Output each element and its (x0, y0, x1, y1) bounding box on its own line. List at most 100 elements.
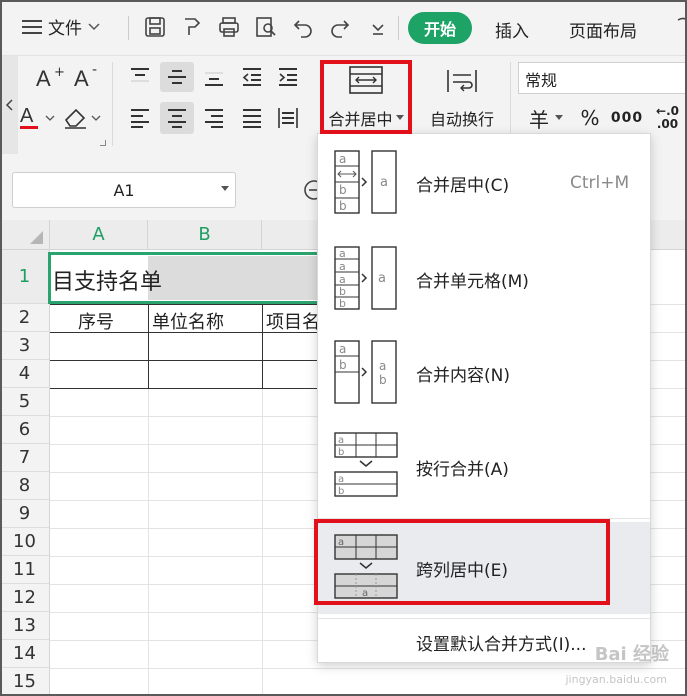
row-header-2[interactable]: 2 (0, 304, 50, 332)
table-border (148, 304, 149, 388)
svg-text:b: b (338, 486, 344, 497)
svg-text:a: a (378, 271, 386, 286)
wrap-text-icon (447, 70, 477, 92)
undo-icon[interactable] (291, 15, 315, 39)
merge-content-icon: ab ab (334, 340, 397, 404)
menu-item-merge-center[interactable]: a bb a 合并居中(C) Ctrl+M (318, 134, 650, 232)
wrap-text-icon-button[interactable] (426, 64, 498, 98)
ribbon-scroll-left[interactable] (0, 56, 18, 154)
row-header-6[interactable]: 6 (0, 416, 50, 444)
print-icon[interactable] (217, 15, 241, 39)
align-left-icon (131, 109, 149, 128)
row-header-10[interactable]: 10 (0, 528, 50, 556)
gridline (50, 668, 687, 669)
file-menu[interactable]: 文件 (22, 14, 100, 39)
wrap-text-label: 自动换行 (429, 110, 494, 129)
align-top-button[interactable] (124, 62, 156, 92)
svg-text:A: A (36, 66, 51, 91)
tab-home[interactable]: 开始 (408, 12, 472, 44)
percent-symbol: % (580, 106, 600, 130)
distributed-align-button[interactable] (272, 102, 304, 134)
gridline (148, 388, 149, 696)
menu-item-label: 设置默认合并方式(I)... (416, 634, 587, 655)
chevron-down-icon (88, 22, 100, 30)
column-header-b[interactable]: B (148, 220, 262, 250)
cell-a2[interactable]: 序号 (78, 308, 114, 334)
svg-text:a: a (338, 474, 344, 485)
decrease-indent-button[interactable] (236, 62, 268, 92)
name-box[interactable]: A1 (12, 172, 236, 208)
select-all-corner[interactable] (0, 220, 50, 250)
merge-center-icon-button[interactable] (322, 60, 410, 100)
row-header-13[interactable]: 13 (0, 612, 50, 640)
svg-text:a: a (380, 175, 388, 190)
menu-item-merge-cells[interactable]: aaabb a 合并单元格(M) (318, 232, 650, 326)
row-header-1[interactable]: 1 (0, 250, 50, 304)
menu-item-merge-by-row[interactable]: ab ab 按行合并(A) (318, 420, 650, 514)
indent-icon (279, 68, 297, 86)
watermark-url: jingyan.baidu.com (565, 673, 667, 686)
row-header-7[interactable]: 7 (0, 444, 50, 472)
cell-b2[interactable]: 单位名称 (152, 308, 258, 334)
menu-separator (318, 618, 650, 619)
font-dialog-launcher[interactable] (100, 140, 106, 146)
clear-format-button[interactable] (62, 102, 104, 132)
tab-overflow[interactable] (672, 14, 687, 42)
align-middle-button[interactable] (160, 62, 194, 92)
row-header-15[interactable]: 15 (0, 668, 50, 696)
column-header-a[interactable]: A (50, 220, 148, 250)
row-header-8[interactable]: 8 (0, 472, 50, 500)
decrease-font-size-button[interactable]: A- (72, 64, 104, 92)
hamburger-icon (22, 19, 42, 34)
merge-center-label: 合并居中 (328, 110, 393, 129)
currency-format-button[interactable]: 羊 (524, 104, 568, 132)
align-center-button[interactable] (160, 102, 194, 134)
cell-c2[interactable]: 项目名 (266, 308, 318, 334)
align-center-icon (168, 109, 186, 128)
percent-format-button[interactable]: % (574, 104, 606, 132)
menubar-divider (128, 16, 129, 40)
tab-insert[interactable]: 插入 (495, 17, 529, 42)
svg-text:a: a (339, 247, 346, 260)
increase-font-size-button[interactable]: A + (34, 64, 66, 92)
merge-dropdown-menu: a bb a 合并居中(C) Ctrl+M aaabb a 合并单元格(M) a… (317, 133, 651, 663)
row-header-9[interactable]: 9 (0, 500, 50, 528)
thousands-separator-button[interactable]: 000 (610, 102, 644, 134)
menu-bar: 文件 开始 插入 页面布局 (0, 0, 687, 56)
menu-item-center-across-columns[interactable]: a a 跨列居中(E) (318, 522, 650, 614)
svg-text:a: a (338, 435, 344, 446)
format-painter-icon[interactable] (180, 15, 204, 39)
align-bottom-button[interactable] (198, 62, 230, 92)
row-header-4[interactable]: 4 (0, 360, 50, 388)
increase-decimal-button[interactable]: ←.0 .00 (648, 100, 687, 136)
table-border (50, 388, 322, 389)
number-format-value: 常规 (525, 71, 558, 90)
align-left-button[interactable] (124, 102, 156, 134)
number-format-select[interactable]: 常规 (518, 62, 687, 94)
save-icon[interactable] (143, 15, 167, 39)
customize-toolbar-icon[interactable] (366, 15, 390, 39)
table-border (262, 304, 263, 388)
font-color-icon: A (20, 105, 55, 129)
align-middle-icon (168, 70, 186, 84)
row-header-11[interactable]: 11 (0, 556, 50, 584)
justify-button[interactable] (236, 102, 268, 134)
ribbon-separator (112, 62, 113, 146)
merge-center-button[interactable]: 合并居中 (322, 104, 410, 132)
font-color-button[interactable]: A (20, 102, 58, 132)
font-increase-icon: A + (36, 65, 65, 91)
increase-indent-button[interactable] (272, 62, 304, 92)
svg-text:b: b (339, 358, 347, 372)
print-preview-icon[interactable] (254, 15, 278, 39)
row-header-14[interactable]: 14 (0, 640, 50, 668)
menu-item-merge-content[interactable]: ab ab 合并内容(N) (318, 326, 650, 420)
tab-page-layout[interactable]: 页面布局 (569, 17, 637, 42)
wrap-text-button[interactable]: 自动换行 (420, 104, 504, 132)
cell-a1[interactable]: 目支持名单 (52, 264, 320, 296)
row-header-5[interactable]: 5 (0, 388, 50, 416)
row-header-12[interactable]: 12 (0, 584, 50, 612)
align-right-button[interactable] (198, 102, 230, 134)
menu-item-label: 跨列居中(E) (416, 560, 509, 581)
row-header-3[interactable]: 3 (0, 332, 50, 360)
redo-icon[interactable] (328, 15, 352, 39)
